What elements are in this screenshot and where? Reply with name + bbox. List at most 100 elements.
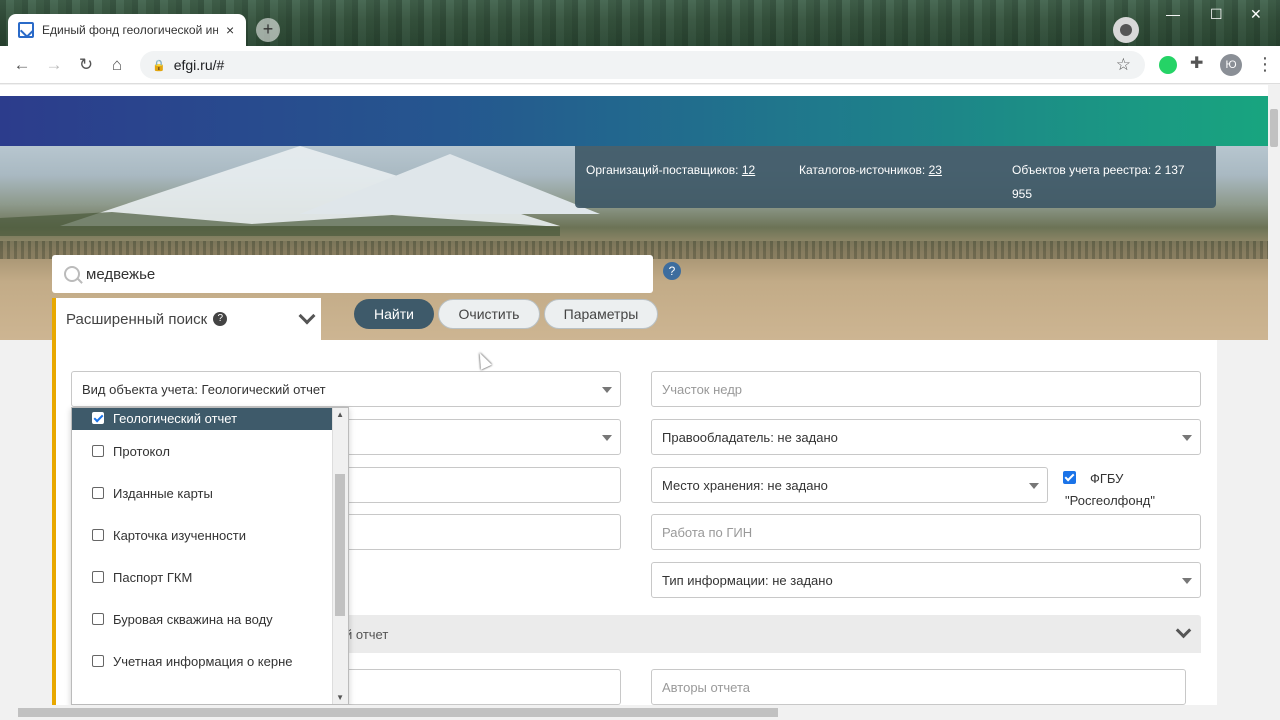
bookmark-star-icon[interactable]: ☆	[1116, 55, 1131, 75]
url-text: efgi.ru/#	[173, 57, 225, 73]
caret-down-icon	[1029, 483, 1039, 489]
reload-icon[interactable]: ↻	[76, 55, 96, 75]
new-tab-button[interactable]: +	[256, 18, 280, 42]
forward-arrow-icon[interactable]: →	[44, 55, 64, 75]
checkbox[interactable]	[92, 487, 104, 499]
report-authors-input[interactable]: Авторы отчета	[651, 669, 1186, 705]
suppliers-link[interactable]: 12	[742, 163, 755, 177]
checkbox[interactable]	[92, 529, 104, 541]
subsoil-plot-input[interactable]: Участок недр	[651, 371, 1201, 407]
caret-down-icon	[1182, 435, 1192, 441]
home-icon[interactable]: ⌂	[107, 55, 127, 75]
registry-stats-panel: Организаций-поставщиков: 12 Каталогов-ис…	[575, 146, 1216, 208]
clear-button[interactable]: Очистить	[438, 299, 540, 329]
rights-holder-value: Правообладатель: не задано	[662, 429, 838, 445]
caret-down-icon	[602, 435, 612, 441]
minimize-button[interactable]: —	[1166, 6, 1180, 22]
address-bar[interactable]: 🔒 efgi.ru/# ☆	[140, 51, 1145, 79]
object-type-select[interactable]: Вид объекта учета: Геологический отчет	[71, 371, 621, 407]
object-type-value: Вид объекта учета: Геологический отчет	[82, 381, 326, 397]
maximize-button[interactable]: ☐	[1210, 6, 1223, 23]
caret-down-icon	[1182, 578, 1192, 584]
dropdown-option[interactable]: Геологический отчет	[72, 408, 348, 430]
page-horizontal-scrollbar[interactable]	[0, 705, 1280, 720]
find-button[interactable]: Найти	[354, 299, 434, 329]
browser-menu-icon[interactable]: ⋮	[1256, 54, 1274, 75]
chevron-down-icon[interactable]	[1175, 622, 1192, 639]
objects-value: 2 137	[1154, 163, 1185, 177]
objects-value-cont: 955	[1012, 187, 1033, 201]
lock-icon: 🔒	[152, 59, 166, 72]
tab-title: Единый фонд геологической ин	[42, 23, 218, 37]
dropdown-scrollbar[interactable]: ▲ ▼	[332, 408, 348, 704]
suppliers-label: Организаций-поставщиков:	[586, 163, 739, 177]
page-vertical-scrollbar[interactable]	[1268, 85, 1280, 705]
dropdown-option[interactable]: Протокол	[72, 430, 348, 472]
page-top-strip	[0, 85, 1268, 96]
scrollbar-thumb[interactable]	[18, 708, 778, 717]
back-arrow-icon[interactable]: ←	[12, 55, 32, 75]
dropdown-option[interactable]: Карточка изученности	[72, 514, 348, 556]
report-authors-placeholder: Авторы отчета	[662, 679, 751, 695]
search-query: медвежье	[86, 265, 156, 283]
dropdown-option[interactable]: Паспорт ГКМ	[72, 556, 348, 598]
object-type-dropdown[interactable]: Геологический отчет Протокол Изданные ка…	[71, 407, 349, 705]
objects-label: Объектов учета реестра:	[1012, 163, 1152, 177]
search-input[interactable]: медвежье	[52, 255, 653, 293]
option-label: Паспорт ГКМ	[113, 569, 193, 585]
gin-work-placeholder: Работа по ГИН	[662, 524, 753, 540]
browser-tab[interactable]: Единый фонд геологической ин ×	[8, 14, 246, 46]
catalogs-link[interactable]: 23	[929, 163, 942, 177]
option-label: Геологический отчет	[113, 410, 238, 426]
fgbu-label: ФГБУ "Росгеолфонд"	[1065, 468, 1155, 512]
dropdown-option[interactable]: Учетная информация о керне	[72, 640, 348, 682]
search-icon	[64, 266, 80, 282]
params-button[interactable]: Параметры	[544, 299, 658, 329]
fgbu-label-text: ФГБУ	[1090, 471, 1124, 486]
advanced-search-title: Расширенный поиск	[66, 310, 208, 328]
browser-tab-strip: Единый фонд геологической ин × + — ☐ ✕	[0, 0, 1280, 46]
option-label: Карточка изученности	[113, 527, 246, 543]
catalogs-stat: Каталогов-источников: 23	[799, 158, 942, 182]
checkbox[interactable]	[92, 445, 104, 457]
storage-place-select[interactable]: Место хранения: не задано	[651, 467, 1048, 503]
catalogs-label: Каталогов-источников:	[799, 163, 926, 177]
storage-place-value: Место хранения: не задано	[662, 477, 828, 493]
gin-work-input[interactable]: Работа по ГИН	[651, 514, 1201, 550]
profile-indicator-icon[interactable]	[1113, 17, 1139, 43]
caret-down-icon	[602, 387, 612, 393]
checkbox[interactable]	[92, 571, 104, 583]
info-type-value: Тип информации: не задано	[662, 572, 833, 588]
checkbox[interactable]	[92, 613, 104, 625]
report-section-label: й отчет	[345, 626, 389, 642]
suppliers-stat: Организаций-поставщиков: 12	[586, 158, 755, 182]
browser-toolbar: ← → ↻ ⌂ 🔒 efgi.ru/# ☆ ✚ Ю ⋮	[0, 46, 1280, 84]
checkbox-checked[interactable]	[92, 412, 104, 424]
option-label: Учетная информация о керне	[113, 653, 293, 669]
info-type-select[interactable]: Тип информации: не задано	[651, 562, 1201, 598]
close-window-button[interactable]: ✕	[1250, 6, 1262, 23]
objects-stat: Объектов учета реестра: 2 137 955	[1012, 158, 1202, 206]
scrollbar-thumb[interactable]	[1270, 109, 1278, 147]
dropdown-option[interactable]: Буровая скважина на воду	[72, 598, 348, 640]
checkbox[interactable]	[92, 655, 104, 667]
rights-holder-select[interactable]: Правообладатель: не задано	[651, 419, 1201, 455]
profile-avatar[interactable]: Ю	[1220, 54, 1242, 76]
search-help-icon[interactable]: ?	[663, 262, 681, 280]
site-header-banner	[0, 96, 1268, 146]
option-label: Изданные карты	[113, 485, 213, 501]
fgbu-label-text2: "Росгеолфонд"	[1065, 493, 1155, 508]
site-favicon-icon	[18, 22, 34, 38]
option-label: Буровая скважина на воду	[113, 611, 273, 627]
advanced-search-toggle[interactable]: Расширенный поиск ?	[52, 298, 321, 340]
scrollbar-thumb[interactable]	[335, 474, 345, 616]
option-label: Протокол	[113, 443, 170, 459]
help-icon[interactable]: ?	[213, 312, 228, 326]
scroll-down-icon[interactable]: ▼	[336, 693, 344, 702]
close-tab-icon[interactable]: ×	[226, 22, 234, 38]
scroll-up-icon[interactable]: ▲	[336, 410, 344, 419]
extensions-puzzle-icon[interactable]: ✚	[1190, 53, 1208, 72]
chevron-down-icon[interactable]	[298, 307, 316, 325]
whatsapp-extension-icon[interactable]	[1159, 56, 1177, 74]
dropdown-option[interactable]: Изданные карты	[72, 472, 348, 514]
